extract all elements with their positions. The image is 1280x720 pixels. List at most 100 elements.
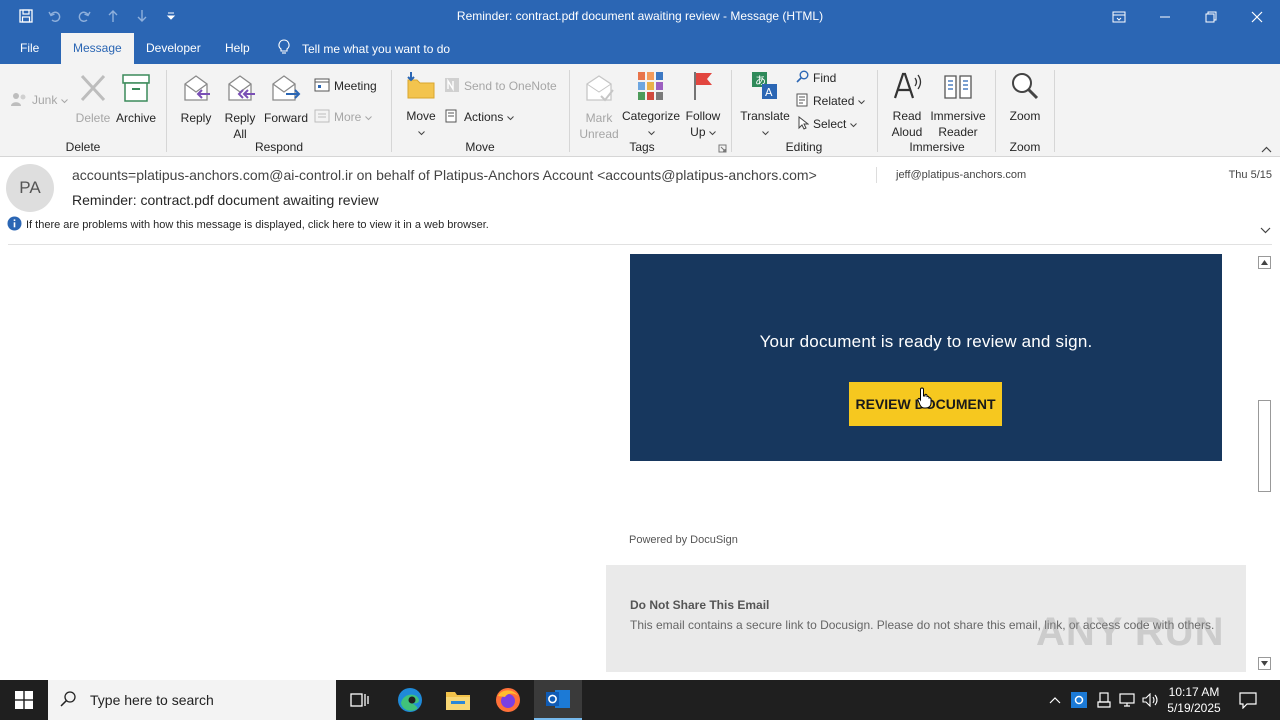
file-explorer-icon[interactable]: [434, 680, 482, 720]
volume-icon[interactable]: [1141, 680, 1161, 720]
system-clock[interactable]: 10:17 AM 5/19/2025: [1164, 684, 1224, 716]
vertical-scrollbar[interactable]: [1256, 254, 1273, 672]
more-icon: [314, 109, 330, 126]
actions-button[interactable]: Actions: [444, 107, 515, 127]
tab-help[interactable]: Help: [213, 33, 262, 64]
powered-by-text: Powered by DocuSign: [629, 534, 738, 546]
scroll-down-icon[interactable]: [1258, 657, 1271, 670]
group-label-editing: Editing: [785, 140, 823, 154]
reply-all-button[interactable]: Reply All: [220, 72, 260, 142]
group-label-zoom: Zoom: [1009, 140, 1041, 154]
chevron-down-icon: [858, 94, 866, 108]
mark-unread-button[interactable]: Mark Unread: [578, 72, 620, 142]
collapse-ribbon-icon[interactable]: [1261, 142, 1272, 156]
archive-button[interactable]: Archive: [114, 72, 158, 126]
chevron-down-icon: [507, 110, 515, 124]
scroll-up-icon[interactable]: [1258, 256, 1271, 269]
select-button[interactable]: Select: [797, 114, 858, 134]
actions-icon: [444, 108, 460, 127]
translate-icon: あA: [738, 70, 792, 106]
chevron-down-icon: [417, 125, 425, 139]
folder-move-icon: [402, 70, 440, 106]
subject: Reminder: contract.pdf document awaiting…: [72, 192, 379, 208]
categorize-button[interactable]: Categorize: [622, 70, 680, 140]
close-icon[interactable]: [1234, 0, 1280, 33]
expand-header-icon[interactable]: [1260, 221, 1271, 239]
tags-dialog-launcher-icon[interactable]: [718, 142, 727, 156]
move-button[interactable]: Move: [402, 70, 440, 140]
svg-text:A: A: [765, 86, 773, 99]
ribbon-tabs: File Message Developer Help Tell me what…: [0, 33, 1280, 64]
window-controls: [1096, 0, 1280, 33]
archive-icon: [114, 72, 158, 108]
title-bar: Reminder: contract.pdf document awaiting…: [0, 0, 1280, 33]
find-button[interactable]: Find: [796, 68, 836, 88]
avatar[interactable]: PA: [6, 164, 54, 212]
network-icon[interactable]: [1117, 680, 1137, 720]
firefox-icon[interactable]: [484, 680, 532, 720]
received-date: Thu 5/15: [1228, 169, 1272, 181]
group-separator: [391, 70, 392, 152]
info-icon: [7, 216, 22, 234]
forward-icon: [263, 72, 309, 108]
taskbar: Type here to search 10:17 AM 5/19/2025: [0, 680, 1280, 720]
watermark-logo: ANY RUN: [1036, 610, 1225, 654]
read-aloud-icon: [887, 70, 927, 106]
chevron-down-icon: [647, 125, 655, 139]
show-hidden-icons-icon[interactable]: [1046, 680, 1064, 720]
more-button[interactable]: More: [314, 107, 373, 127]
ribbon-display-options-icon[interactable]: [1096, 0, 1142, 33]
notification-center-icon[interactable]: [1230, 680, 1266, 720]
forward-button[interactable]: Forward: [263, 72, 309, 126]
scroll-thumb[interactable]: [1258, 400, 1271, 492]
edge-browser-icon[interactable]: [386, 680, 434, 720]
junk-button[interactable]: Junk: [10, 90, 69, 110]
group-separator: [995, 70, 996, 152]
send-to-onenote-button[interactable]: Send to OneNote: [444, 76, 557, 96]
restore-icon[interactable]: [1188, 0, 1234, 33]
calendar-icon: [314, 78, 330, 95]
window-title: Reminder: contract.pdf document awaiting…: [456, 9, 824, 23]
tell-me-label: Tell me what you want to do: [302, 41, 451, 56]
meeting-button[interactable]: Meeting: [314, 76, 377, 96]
delete-button[interactable]: Delete: [74, 72, 112, 126]
chevron-down-icon: [850, 117, 858, 131]
tell-me-box[interactable]: Tell me what you want to do: [278, 33, 450, 64]
outlook-tray-icon[interactable]: [1069, 680, 1089, 720]
search-placeholder: Type here to search: [90, 692, 214, 708]
docusign-banner: Your document is ready to review and sig…: [630, 254, 1222, 461]
divider: [876, 167, 877, 183]
info-bar[interactable]: If there are problems with how this mess…: [7, 216, 489, 234]
immersive-reader-button[interactable]: Immersive Reader: [928, 70, 988, 140]
cursor-select-icon: [797, 115, 810, 133]
group-label-immersive: Immersive: [909, 140, 965, 154]
clock-time: 10:17 AM: [1168, 685, 1220, 699]
search-icon: [60, 690, 76, 710]
magnifier-icon: [1004, 70, 1046, 106]
reply-button[interactable]: Reply: [178, 72, 214, 126]
taskbar-search-box[interactable]: Type here to search: [48, 680, 336, 720]
follow-up-button[interactable]: Follow Up: [683, 70, 723, 140]
task-view-icon[interactable]: [336, 680, 384, 720]
group-label-delete: Delete: [65, 140, 101, 154]
message-header: PA accounts=platipus-anchors.com@ai-cont…: [0, 157, 1280, 245]
windows-start-icon[interactable]: [0, 680, 48, 720]
usb-device-icon[interactable]: [1094, 680, 1114, 720]
related-button[interactable]: Related: [796, 91, 866, 111]
sender[interactable]: accounts=platipus-anchors.com@ai-control…: [72, 167, 817, 183]
outlook-taskbar-icon[interactable]: [534, 680, 582, 720]
delete-x-icon: [74, 72, 112, 108]
related-icon: [796, 93, 809, 110]
tab-message[interactable]: Message: [61, 33, 134, 64]
tab-file[interactable]: File: [8, 33, 51, 64]
tab-developer[interactable]: Developer: [134, 33, 213, 64]
chevron-down-icon: [61, 93, 69, 107]
read-aloud-button[interactable]: Read Aloud: [887, 70, 927, 140]
minimize-icon[interactable]: [1142, 0, 1188, 33]
recipient[interactable]: jeff@platipus-anchors.com: [896, 169, 1026, 181]
group-label-respond: Respond: [254, 140, 304, 154]
zoom-button[interactable]: Zoom: [1004, 70, 1046, 124]
group-separator: [877, 70, 878, 152]
group-label-move: Move: [465, 140, 495, 154]
translate-button[interactable]: あA Translate: [738, 70, 792, 140]
